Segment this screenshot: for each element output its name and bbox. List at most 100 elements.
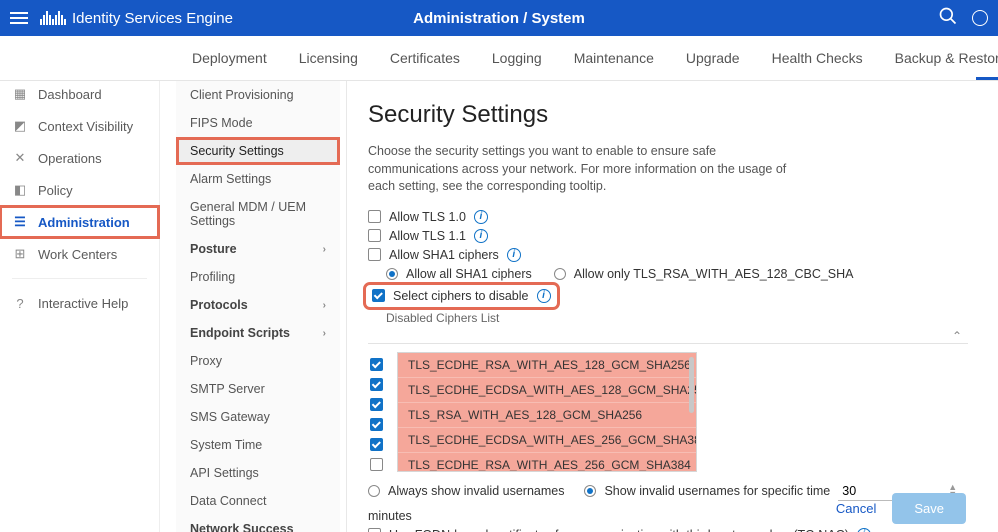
subnav-label: Alarm Settings: [190, 172, 271, 186]
subnav-label: FIPS Mode: [190, 116, 253, 130]
cancel-button[interactable]: Cancel: [836, 501, 876, 516]
info-icon[interactable]: [474, 210, 488, 224]
cisco-logo: [40, 11, 66, 25]
leftnav-context-visibility[interactable]: ◩Context Visibility: [0, 110, 159, 142]
fqdn-label: Use FQDN-based certificates for communic…: [389, 528, 849, 532]
leftnav-operations[interactable]: ✕Operations: [0, 142, 159, 174]
tab-deployment[interactable]: Deployment: [176, 36, 283, 80]
help-icon: ?: [12, 295, 28, 311]
select-ciphers-highlight: Select ciphers to disable: [368, 287, 555, 305]
show-invalid-time-radio[interactable]: [584, 485, 596, 497]
leftnav-label: Interactive Help: [38, 296, 128, 311]
tab-maintenance[interactable]: Maintenance: [558, 36, 670, 80]
subnav-api-settings[interactable]: API Settings: [176, 459, 340, 487]
allow-sha1-checkbox[interactable]: [368, 248, 381, 261]
app-title: Identity Services Engine: [72, 10, 233, 27]
subnav-label: Data Connect: [190, 494, 266, 508]
show-invalid-time-label: Show invalid usernames for specific time: [604, 484, 830, 498]
save-button[interactable]: Save: [892, 493, 966, 524]
breadcrumb: Administration / System: [413, 10, 585, 27]
subnav-system-time[interactable]: System Time: [176, 431, 340, 459]
allow-tls11-checkbox[interactable]: [368, 229, 381, 242]
tab-upgrade[interactable]: Upgrade: [670, 36, 756, 80]
content-area: Security Settings Choose the security se…: [352, 81, 984, 532]
subnav-label: API Settings: [190, 466, 259, 480]
subnav-proxy[interactable]: Proxy: [176, 347, 340, 375]
search-icon[interactable]: [938, 6, 958, 31]
chevron-right-icon: ›: [323, 328, 326, 339]
subnav-posture[interactable]: Posture›: [176, 235, 340, 263]
cipher-row-checkbox[interactable]: [370, 418, 383, 431]
subnav-endpoint-scripts[interactable]: Endpoint Scripts ›: [176, 319, 340, 347]
operations-icon: ✕: [12, 150, 28, 166]
sha1-all-radio[interactable]: [386, 268, 398, 280]
subnav-data-connect[interactable]: Data Connect: [176, 487, 340, 515]
subnav-fips-mode[interactable]: FIPS Mode: [176, 109, 340, 137]
info-icon[interactable]: [474, 229, 488, 243]
fqdn-checkbox[interactable]: [368, 528, 381, 532]
cipher-option[interactable]: TLS_ECDHE_RSA_WITH_AES_128_GCM_SHA256: [398, 353, 696, 378]
tab-backup-restore[interactable]: Backup & Restore: [879, 36, 998, 80]
chevron-right-icon: ›: [323, 300, 326, 311]
select-ciphers-checkbox[interactable]: [372, 289, 385, 302]
subnav-client-provisioning[interactable]: Client Provisioning: [176, 81, 340, 109]
subnav-sms-gateway[interactable]: SMS Gateway: [176, 403, 340, 431]
leftnav-label: Dashboard: [38, 87, 102, 102]
leftnav-label: Work Centers: [38, 247, 117, 262]
sha1-only-radio[interactable]: [554, 268, 566, 280]
tab-health-checks[interactable]: Health Checks: [756, 36, 879, 80]
leftnav-label: Policy: [38, 183, 73, 198]
disabled-ciphers-label: Disabled Ciphers List: [386, 311, 968, 325]
info-icon[interactable]: [857, 528, 871, 532]
leftnav-administration[interactable]: ☰Administration: [0, 206, 159, 238]
cipher-option[interactable]: TLS_ECDHE_RSA_WITH_AES_256_GCM_SHA384: [398, 453, 696, 472]
menu-icon[interactable]: [10, 7, 32, 29]
subnav-label: Security Settings: [190, 144, 284, 158]
subnav-label: Network Success Diagnostics: [190, 522, 323, 532]
subnav-network-success-diagnostics[interactable]: Network Success Diagnostics›: [176, 515, 340, 532]
cipher-row-checkbox[interactable]: [370, 378, 383, 391]
always-invalid-radio[interactable]: [368, 485, 380, 497]
subnav-label: Protocols: [190, 298, 248, 312]
page-title: Security Settings: [368, 101, 968, 129]
subnav-label: Endpoint Scripts: [190, 326, 290, 340]
cipher-option[interactable]: TLS_ECDHE_ECDSA_WITH_AES_128_GCM_SHA256: [398, 378, 696, 403]
allow-tls11-label: Allow TLS 1.1: [389, 229, 466, 243]
leftnav-label: Administration: [38, 215, 130, 230]
allow-tls10-label: Allow TLS 1.0: [389, 210, 466, 224]
minutes-label: minutes: [368, 509, 412, 523]
subnav-security-settings[interactable]: Security Settings: [176, 137, 340, 165]
subnav-general-mdm[interactable]: General MDM / UEM Settings: [176, 193, 340, 235]
collapse-icon[interactable]: ⌃: [368, 329, 968, 343]
cipher-select-list[interactable]: TLS_ECDHE_RSA_WITH_AES_128_GCM_SHA256 TL…: [397, 352, 697, 472]
subnav-label: Posture: [190, 242, 237, 256]
sub-nav: Client Provisioning FIPS Mode Security S…: [176, 81, 340, 532]
workcenter-icon: ⊞: [12, 246, 28, 262]
cipher-option[interactable]: TLS_ECDHE_ECDSA_WITH_AES_256_GCM_SHA384: [398, 428, 696, 453]
tab-licensing[interactable]: Licensing: [283, 36, 374, 80]
info-icon[interactable]: [507, 248, 521, 262]
tab-certificates[interactable]: Certificates: [374, 36, 476, 80]
info-icon[interactable]: [537, 289, 551, 303]
cipher-row-checkbox[interactable]: [370, 398, 383, 411]
subnav-profiling[interactable]: Profiling: [176, 263, 340, 291]
subnav-alarm-settings[interactable]: Alarm Settings: [176, 165, 340, 193]
leftnav-dashboard[interactable]: ▦ Dashboard: [0, 78, 159, 110]
topbar-extra-icon[interactable]: [972, 10, 988, 26]
cipher-row-checkbox[interactable]: [370, 438, 383, 451]
subnav-label: Client Provisioning: [190, 88, 294, 102]
cipher-row-checkbox[interactable]: [370, 358, 383, 371]
select-ciphers-label: Select ciphers to disable: [393, 289, 529, 303]
dashboard-icon: ▦: [12, 86, 28, 102]
leftnav-policy[interactable]: ◧Policy: [0, 174, 159, 206]
cipher-option[interactable]: TLS_RSA_WITH_AES_128_GCM_SHA256: [398, 403, 696, 428]
page-description: Choose the security settings you want to…: [368, 143, 798, 196]
allow-tls10-checkbox[interactable]: [368, 210, 381, 223]
leftnav-work-centers[interactable]: ⊞ Work Centers: [0, 238, 159, 270]
cipher-row-checkbox[interactable]: [370, 458, 383, 471]
tab-logging[interactable]: Logging: [476, 36, 558, 80]
subnav-protocols[interactable]: Protocols ›: [176, 291, 340, 319]
subnav-smtp-server[interactable]: SMTP Server: [176, 375, 340, 403]
scrollbar[interactable]: [689, 357, 694, 413]
leftnav-interactive-help[interactable]: ? Interactive Help: [0, 287, 159, 319]
